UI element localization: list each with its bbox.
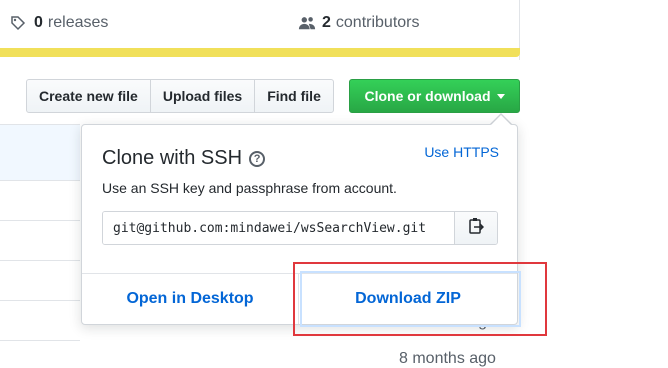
people-icon	[298, 14, 316, 32]
popover-arrow-fill	[491, 115, 511, 125]
caret-down-icon	[496, 93, 505, 99]
releases-stat[interactable]: 0 releases	[10, 10, 108, 36]
find-file-button[interactable]: Find file	[254, 79, 334, 113]
language-bar	[0, 48, 520, 57]
row-divider	[0, 340, 80, 341]
clipboard-icon	[468, 217, 485, 240]
row-divider	[0, 260, 80, 261]
upload-files-button[interactable]: Upload files	[149, 79, 256, 113]
copy-to-clipboard-button[interactable]	[454, 212, 497, 244]
row-divider	[0, 220, 80, 221]
file-actions-group: Create new file Upload files Find file	[26, 79, 334, 113]
clone-or-download-button[interactable]: Clone or download	[349, 79, 520, 113]
file-row-time: 8 months ago	[399, 350, 496, 367]
tag-icon	[10, 14, 28, 32]
row-divider	[0, 180, 80, 181]
highlight-annotation	[293, 262, 547, 336]
clone-title: Clone with SSH	[102, 147, 243, 169]
contributors-count: 2	[322, 14, 331, 31]
create-new-file-button[interactable]: Create new file	[26, 79, 151, 113]
question-icon[interactable]: ?	[249, 150, 266, 167]
row-divider	[0, 300, 80, 301]
contributors-stat[interactable]: 2 contributors	[298, 10, 420, 36]
clone-url-group	[102, 211, 498, 245]
clone-popover-header: Clone with SSH ?	[102, 147, 266, 170]
open-in-desktop-button[interactable]: Open in Desktop	[82, 273, 298, 324]
releases-label: releases	[47, 14, 109, 31]
contributors-label: contributors	[335, 14, 420, 31]
clone-url-input[interactable]	[103, 212, 454, 244]
commit-info-row	[0, 125, 80, 180]
clone-or-download-label: Clone or download	[364, 88, 491, 104]
releases-count: 0	[34, 14, 43, 31]
clone-description: Use an SSH key and passphrase from accou…	[102, 180, 397, 196]
use-https-link[interactable]: Use HTTPS	[424, 144, 499, 160]
